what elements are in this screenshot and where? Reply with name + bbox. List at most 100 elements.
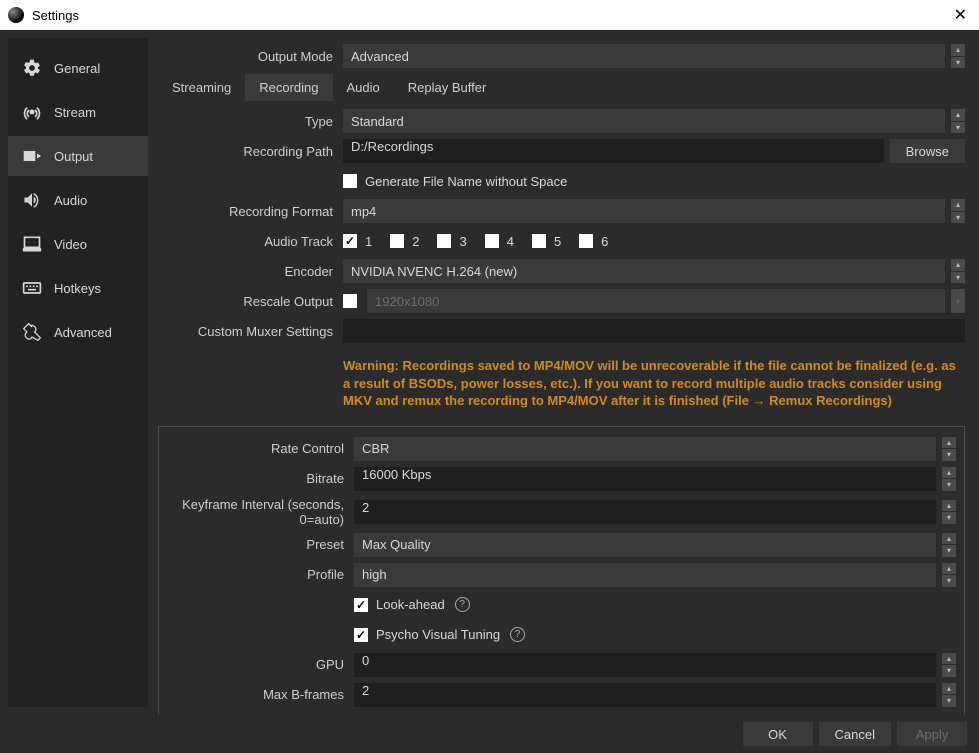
- close-icon[interactable]: ✕: [950, 5, 971, 25]
- sidebar-item-advanced[interactable]: Advanced: [8, 312, 148, 352]
- output-mode-select[interactable]: Advanced: [343, 44, 945, 68]
- spinner-handle-icon[interactable]: ▴▾: [942, 467, 956, 491]
- sidebar-item-label: General: [54, 61, 100, 76]
- sidebar-item-label: Hotkeys: [54, 281, 101, 296]
- audio-track-6[interactable]: 6: [579, 234, 608, 249]
- gear-icon: [20, 58, 44, 78]
- profile-select[interactable]: high: [354, 563, 936, 587]
- sidebar-item-general[interactable]: General: [8, 48, 148, 88]
- output-icon: [20, 146, 44, 166]
- window-title: Settings: [32, 8, 950, 23]
- gpu-input[interactable]: 0: [354, 653, 936, 677]
- recording-path-label: Recording Path: [158, 144, 343, 159]
- audio-track-4-checkbox[interactable]: [485, 234, 499, 248]
- sidebar-item-video[interactable]: Video: [8, 224, 148, 264]
- profile-label: Profile: [159, 567, 354, 582]
- sidebar-item-label: Advanced: [54, 325, 112, 340]
- audio-track-1-checkbox[interactable]: [343, 234, 357, 248]
- speaker-icon: [20, 190, 44, 210]
- audio-track-5-checkbox[interactable]: [532, 234, 546, 248]
- lookahead-row[interactable]: Look-ahead ?: [354, 597, 470, 612]
- audio-track-6-checkbox[interactable]: [579, 234, 593, 248]
- antenna-icon: [20, 102, 44, 122]
- select-handle-icon[interactable]: ▴▾: [942, 437, 956, 461]
- audio-track-label: Audio Track: [158, 234, 343, 249]
- custom-muxer-input[interactable]: [343, 319, 965, 343]
- encoder-label: Encoder: [158, 264, 343, 279]
- psycho-checkbox[interactable]: [354, 628, 368, 642]
- spinner-handle-icon[interactable]: ▴▾: [942, 653, 956, 677]
- spinner-handle-icon[interactable]: ▴▾: [942, 683, 956, 707]
- rescale-output-checkbox[interactable]: [343, 294, 357, 308]
- sidebar-item-hotkeys[interactable]: Hotkeys: [8, 268, 148, 308]
- obs-logo-icon: [8, 7, 24, 23]
- rate-control-label: Rate Control: [159, 441, 354, 456]
- output-mode-label: Output Mode: [158, 49, 343, 64]
- select-handle-icon: ▾: [951, 289, 965, 313]
- max-bframes-input[interactable]: 2: [354, 683, 936, 707]
- preset-label: Preset: [159, 537, 354, 552]
- audio-track-1[interactable]: 1: [343, 234, 372, 249]
- sidebar-item-label: Stream: [54, 105, 96, 120]
- psycho-label: Psycho Visual Tuning: [376, 627, 500, 642]
- settings-sidebar: General Stream Output Audio Video: [8, 38, 148, 707]
- recording-path-input[interactable]: D:/Recordings: [343, 139, 884, 163]
- tab-replay-buffer[interactable]: Replay Buffer: [394, 74, 501, 101]
- select-handle-icon[interactable]: ▴▾: [951, 109, 965, 133]
- tab-streaming[interactable]: Streaming: [158, 74, 245, 101]
- encoder-select[interactable]: NVIDIA NVENC H.264 (new): [343, 259, 945, 283]
- dialog-footer: OK Cancel Apply: [0, 715, 979, 753]
- lookahead-label: Look-ahead: [376, 597, 445, 612]
- audio-track-4[interactable]: 4: [485, 234, 514, 249]
- select-handle-icon[interactable]: ▴▾: [951, 199, 965, 223]
- lookahead-checkbox[interactable]: [354, 598, 368, 612]
- apply-button[interactable]: Apply: [897, 722, 967, 746]
- bitrate-input[interactable]: 16000 Kbps: [354, 467, 936, 491]
- spinner-handle-icon[interactable]: ▴▾: [942, 500, 956, 524]
- psycho-row[interactable]: Psycho Visual Tuning ?: [354, 627, 525, 642]
- gen-filename-checkbox-row[interactable]: Generate File Name without Space: [343, 174, 567, 189]
- select-handle-icon[interactable]: ▴▾: [951, 44, 965, 68]
- select-handle-icon[interactable]: ▴▾: [951, 259, 965, 283]
- browse-button[interactable]: Browse: [890, 139, 965, 163]
- recording-format-label: Recording Format: [158, 204, 343, 219]
- output-tabs: Streaming Recording Audio Replay Buffer: [158, 74, 965, 101]
- sidebar-item-output[interactable]: Output: [8, 136, 148, 176]
- rate-control-select[interactable]: CBR: [354, 437, 936, 461]
- tab-recording[interactable]: Recording: [245, 74, 332, 101]
- rescale-output-label: Rescale Output: [158, 294, 343, 309]
- gen-filename-label: Generate File Name without Space: [365, 174, 567, 189]
- recording-format-select[interactable]: mp4: [343, 199, 945, 223]
- type-label: Type: [158, 114, 343, 129]
- rescale-output-select: 1920x1080: [367, 289, 945, 313]
- audio-track-2-checkbox[interactable]: [390, 234, 404, 248]
- sidebar-item-label: Output: [54, 149, 93, 164]
- bitrate-label: Bitrate: [159, 471, 354, 486]
- audio-track-5[interactable]: 5: [532, 234, 561, 249]
- titlebar: Settings ✕: [0, 0, 979, 30]
- mp4-warning-text: Warning: Recordings saved to MP4/MOV wil…: [343, 349, 965, 420]
- audio-track-2[interactable]: 2: [390, 234, 419, 249]
- monitor-icon: [20, 234, 44, 254]
- help-icon[interactable]: ?: [455, 597, 470, 612]
- gen-filename-checkbox[interactable]: [343, 174, 357, 188]
- max-bframes-label: Max B-frames: [159, 687, 354, 702]
- preset-select[interactable]: Max Quality: [354, 533, 936, 557]
- select-handle-icon[interactable]: ▴▾: [942, 563, 956, 587]
- custom-muxer-label: Custom Muxer Settings: [158, 324, 343, 339]
- tab-audio[interactable]: Audio: [333, 74, 394, 101]
- ok-button[interactable]: OK: [743, 722, 813, 746]
- gpu-label: GPU: [159, 657, 354, 672]
- sidebar-item-label: Video: [54, 237, 87, 252]
- type-select[interactable]: Standard: [343, 109, 945, 133]
- sidebar-item-audio[interactable]: Audio: [8, 180, 148, 220]
- tools-icon: [20, 322, 44, 342]
- sidebar-item-stream[interactable]: Stream: [8, 92, 148, 132]
- keyframe-input[interactable]: 2: [354, 500, 936, 524]
- help-icon[interactable]: ?: [510, 627, 525, 642]
- select-handle-icon[interactable]: ▴▾: [942, 533, 956, 557]
- keyboard-icon: [20, 278, 44, 298]
- audio-track-3-checkbox[interactable]: [437, 234, 451, 248]
- cancel-button[interactable]: Cancel: [819, 722, 891, 746]
- audio-track-3[interactable]: 3: [437, 234, 466, 249]
